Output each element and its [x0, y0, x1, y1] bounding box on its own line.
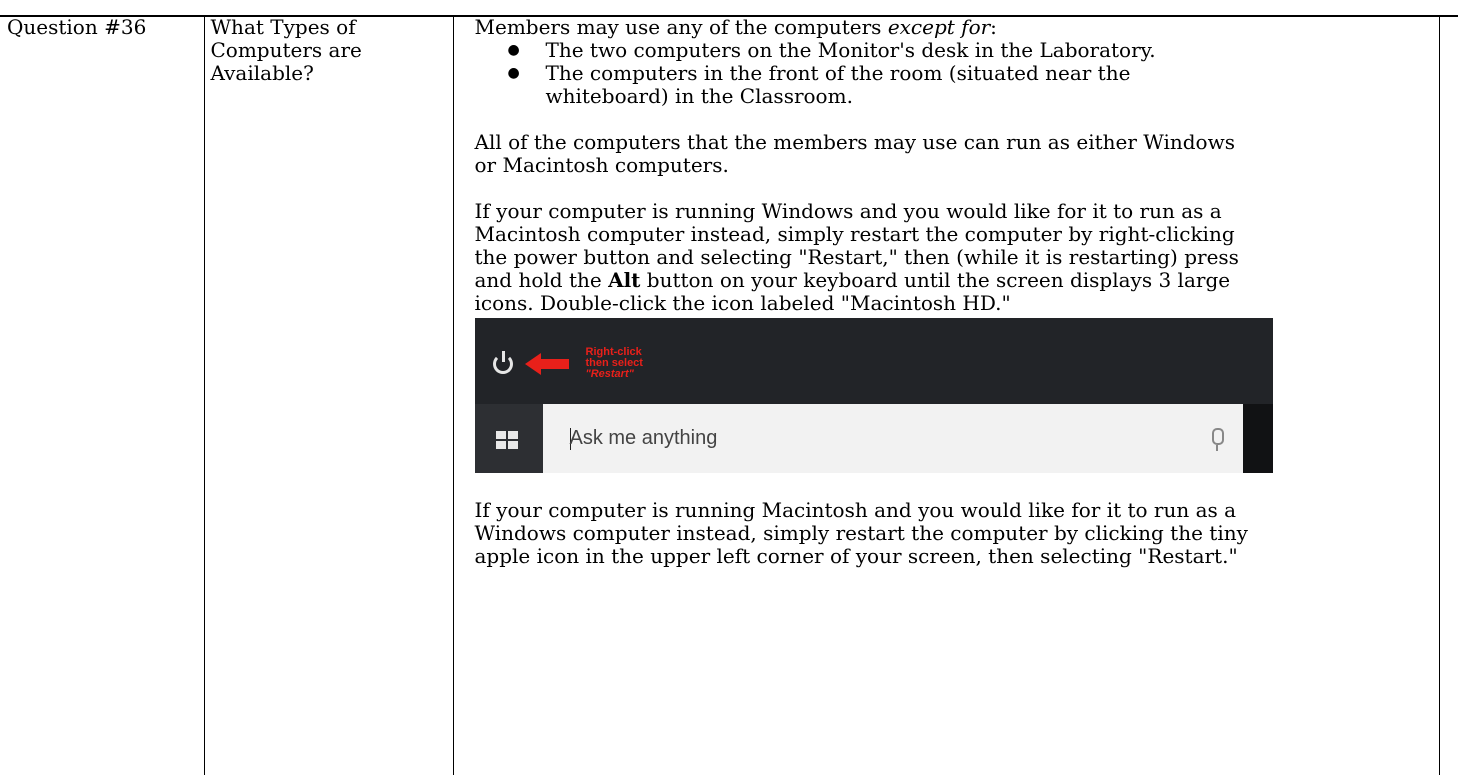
intro-punctuation: : [990, 15, 997, 39]
paragraph-line: Windows computer instead, simply restart… [474, 521, 1248, 545]
paragraph-line: or Macintosh computers. [474, 153, 729, 177]
intro-emphasis: except for [887, 15, 991, 39]
question-line: What Types of [210, 15, 356, 39]
paragraph-line: button on your keyboard until the screen… [640, 268, 1231, 292]
taskbar-screenshot: Right-click then select "Restart" Ask me… [474, 318, 1273, 473]
bullet-icon: ● [507, 42, 520, 58]
paragraph-os-options: All of the computers that the members ma… [475, 131, 1420, 177]
paragraph-line: Macintosh computer instead, simply resta… [474, 222, 1235, 246]
answer-cell: Members may use any of the computers exc… [452, 15, 1440, 775]
question-line: Available? [210, 61, 314, 85]
taskbar-edge [1242, 404, 1273, 473]
paragraph-line: and hold the [474, 268, 609, 292]
list-item-text: whiteboard) in the Classroom. [545, 84, 853, 108]
paragraph-line: apple icon in the upper left corner of y… [474, 544, 1238, 568]
paragraph-line: If your computer is running Windows and … [474, 199, 1222, 223]
paragraph-line: the power button and selecting "Restart,… [474, 245, 1239, 269]
list-item: ● The computers in the front of the room … [475, 62, 1420, 108]
answer-intro: Members may use any of the computers exc… [475, 16, 1420, 39]
list-item: ● The two computers on the Monitor's desk… [475, 39, 1420, 62]
paragraph-line: All of the computers that the members ma… [474, 130, 1235, 154]
microphone-icon [1211, 428, 1224, 451]
start-button [474, 404, 543, 473]
question-number-cell: Question #36 [0, 15, 205, 775]
question-number: Question #36 [7, 15, 147, 39]
annotation-line: "Restart" [585, 368, 634, 380]
search-placeholder: Ask me anything [569, 427, 718, 449]
windows-logo-icon [495, 431, 518, 449]
list-item-text: The two computers on the Monitor's desk … [545, 38, 1156, 62]
faq-table: Question #36 What Types of Computers are… [0, 15, 1440, 775]
power-icon [492, 351, 513, 374]
alt-key-label: Alt [608, 268, 641, 292]
question-line: Computers are [210, 38, 362, 62]
paragraph-line: icons. Double-click the icon labeled "Ma… [474, 291, 1011, 315]
answer-body: Members may use any of the computers exc… [454, 15, 1440, 568]
list-item-text: The computers in the front of the room (… [545, 61, 1131, 85]
paragraph-windows-to-mac: If your computer is running Windows and … [475, 200, 1420, 315]
paragraph-line: If your computer is running Macintosh an… [474, 498, 1237, 522]
paragraph-mac-to-windows: If your computer is running Macintosh an… [475, 499, 1420, 568]
question-text: What Types of Computers are Available? [205, 15, 453, 85]
question-cell: What Types of Computers are Available? [203, 15, 454, 775]
intro-text: Members may use any of the computers [474, 15, 888, 39]
annotation-text: Right-click then select "Restart" [586, 347, 643, 380]
left-arrow-icon [524, 353, 569, 375]
search-box: Ask me anything [542, 404, 1243, 473]
table-row: Question #36 What Types of Computers are… [0, 15, 1440, 775]
bullet-icon: ● [507, 65, 520, 81]
exceptions-list: ● The two computers on the Monitor's desk… [475, 39, 1420, 108]
